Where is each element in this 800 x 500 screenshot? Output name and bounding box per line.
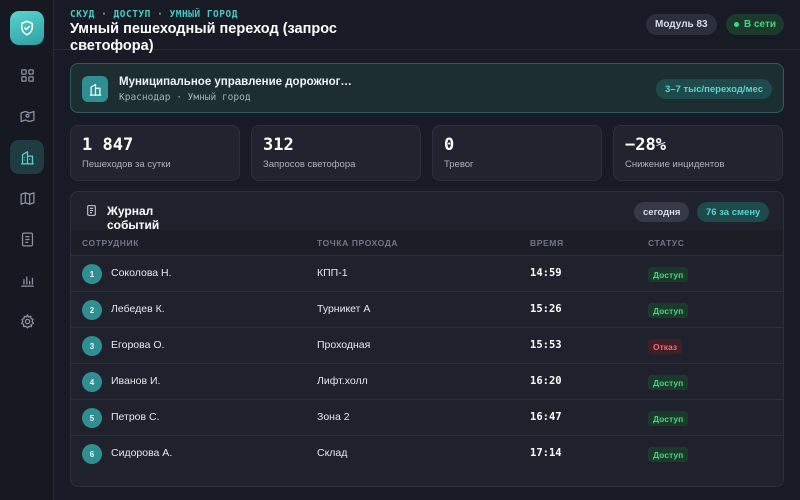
column-header-point[interactable]: ТОЧКА ПРОХОДА — [317, 238, 398, 248]
employee-name: Сидорова А. — [111, 447, 173, 459]
row-number: 1 — [82, 264, 102, 284]
building-icon — [89, 83, 101, 96]
event-log-panel: Журнал событий сегодня 76 за смену СОТРУ… — [70, 191, 784, 487]
table-row[interactable]: 4 Иванов И. Лифт.холл 16:20 Доступ — [71, 363, 783, 399]
row-number: 5 — [82, 408, 102, 428]
event-time: 16:20 — [530, 375, 562, 387]
document-icon — [21, 231, 33, 247]
employee-name: Егорова О. — [111, 339, 165, 351]
filter-today-button[interactable]: сегодня — [634, 202, 690, 222]
shift-count-badge[interactable]: 76 за смену — [697, 202, 770, 222]
shield-check-icon — [21, 20, 33, 36]
table-row[interactable]: 3 Егорова О. Проходная 15:53 Отказ — [71, 327, 783, 363]
table-row[interactable]: 1 Соколова Н. КПП-1 14:59 Доступ — [71, 255, 783, 291]
table-row[interactable]: 5 Петров С. Зона 2 16:47 Доступ — [71, 399, 783, 435]
employee-name: Иванов И. — [111, 375, 161, 387]
dashboard-icon — [20, 68, 34, 82]
breadcrumb: СКУД · ДОСТУП · УМНЫЙ ГОРОД — [70, 9, 238, 20]
table-header: СОТРУДНИК ТОЧКА ПРОХОДА ВРЕМЯ СТАТУС — [71, 230, 783, 254]
status-badge: Отказ — [648, 339, 683, 354]
column-header-status[interactable]: СТАТУС — [648, 238, 685, 248]
organization-card[interactable]: Муниципальное управление дорожног… Красн… — [70, 63, 784, 113]
employee-name: Лебедев К. — [111, 303, 165, 315]
rate-badge: 3–7 тыс/переход/мес — [655, 79, 772, 99]
map-pin-icon — [19, 110, 35, 122]
event-time: 15:53 — [530, 339, 562, 351]
nav-item-dashboard[interactable] — [10, 58, 44, 92]
sidebar — [0, 0, 54, 500]
stat-label: Тревог — [444, 159, 474, 170]
access-point: Зона 2 — [317, 411, 350, 423]
employee-name: Петров С. — [111, 411, 160, 423]
event-time: 15:26 — [530, 303, 562, 315]
nav-item-settings[interactable] — [10, 304, 44, 338]
employee-name: Соколова Н. — [111, 267, 172, 279]
organization-location: Краснодар · Умный город — [119, 92, 251, 103]
status-label: В сети — [744, 19, 777, 30]
status-badge: Доступ — [648, 303, 689, 318]
status-badge: Доступ — [648, 447, 689, 462]
header: СКУД · ДОСТУП · УМНЫЙ ГОРОД Умный пешехо… — [54, 0, 800, 54]
access-point: Лифт.холл — [317, 375, 368, 387]
column-header-employee[interactable]: СОТРУДНИК — [82, 238, 139, 248]
page-title: Умный пешеходный переход (запрос светофо… — [70, 21, 337, 54]
organization-name: Муниципальное управление дорожног… — [119, 76, 352, 88]
row-number: 3 — [82, 336, 102, 356]
stat-value: −28% — [625, 135, 666, 155]
stat-card-alarms: 0 Тревог — [432, 125, 602, 181]
row-number: 6 — [82, 444, 102, 464]
module-badge: Модуль 83 — [646, 14, 717, 35]
event-time: 17:14 — [530, 447, 562, 459]
stat-card-requests: 312 Запросов светофора — [251, 125, 421, 181]
stat-card-incidents: −28% Снижение инцидентов — [613, 125, 783, 181]
nav-item-objects[interactable] — [10, 140, 44, 174]
nav-item-analytics[interactable] — [10, 263, 44, 297]
access-point: Турникет А — [317, 303, 371, 315]
bar-chart-icon — [20, 275, 34, 287]
column-header-time[interactable]: ВРЕМЯ — [530, 238, 564, 248]
status-badge: Доступ — [648, 267, 689, 282]
organization-avatar — [82, 76, 108, 102]
row-number: 2 — [82, 300, 102, 320]
stat-label: Пешеходов за сутки — [82, 159, 171, 170]
nav-item-map[interactable] — [10, 181, 44, 215]
nav-item-reports[interactable] — [10, 222, 44, 256]
building-icon — [20, 150, 34, 165]
access-point: Склад — [317, 447, 348, 459]
stat-value: 0 — [444, 135, 455, 155]
access-point: КПП-1 — [317, 267, 348, 279]
stat-label: Запросов светофора — [263, 159, 356, 170]
status-badge: Доступ — [648, 411, 689, 426]
map-icon — [19, 191, 35, 205]
document-icon — [87, 205, 96, 216]
status-badge: В сети — [726, 14, 785, 35]
panel-title: Журнал событий — [107, 204, 160, 232]
access-point: Проходная — [317, 339, 371, 351]
event-time: 14:59 — [530, 267, 562, 279]
status-dot-icon — [734, 22, 739, 27]
logo[interactable] — [10, 11, 44, 45]
stat-value: 312 — [263, 135, 294, 155]
stat-value: 1 847 — [82, 135, 134, 155]
status-badge: Доступ — [648, 375, 689, 390]
nav-item-locations[interactable] — [10, 99, 44, 133]
table-row[interactable]: 6 Сидорова А. Склад 17:14 Доступ — [71, 435, 783, 471]
stat-card-pedestrians: 1 847 Пешеходов за сутки — [70, 125, 240, 181]
gear-icon — [20, 313, 34, 329]
stat-label: Снижение инцидентов — [625, 159, 725, 170]
event-time: 16:47 — [530, 411, 562, 423]
row-number: 4 — [82, 372, 102, 392]
table-row[interactable]: 2 Лебедев К. Турникет А 15:26 Доступ — [71, 291, 783, 327]
